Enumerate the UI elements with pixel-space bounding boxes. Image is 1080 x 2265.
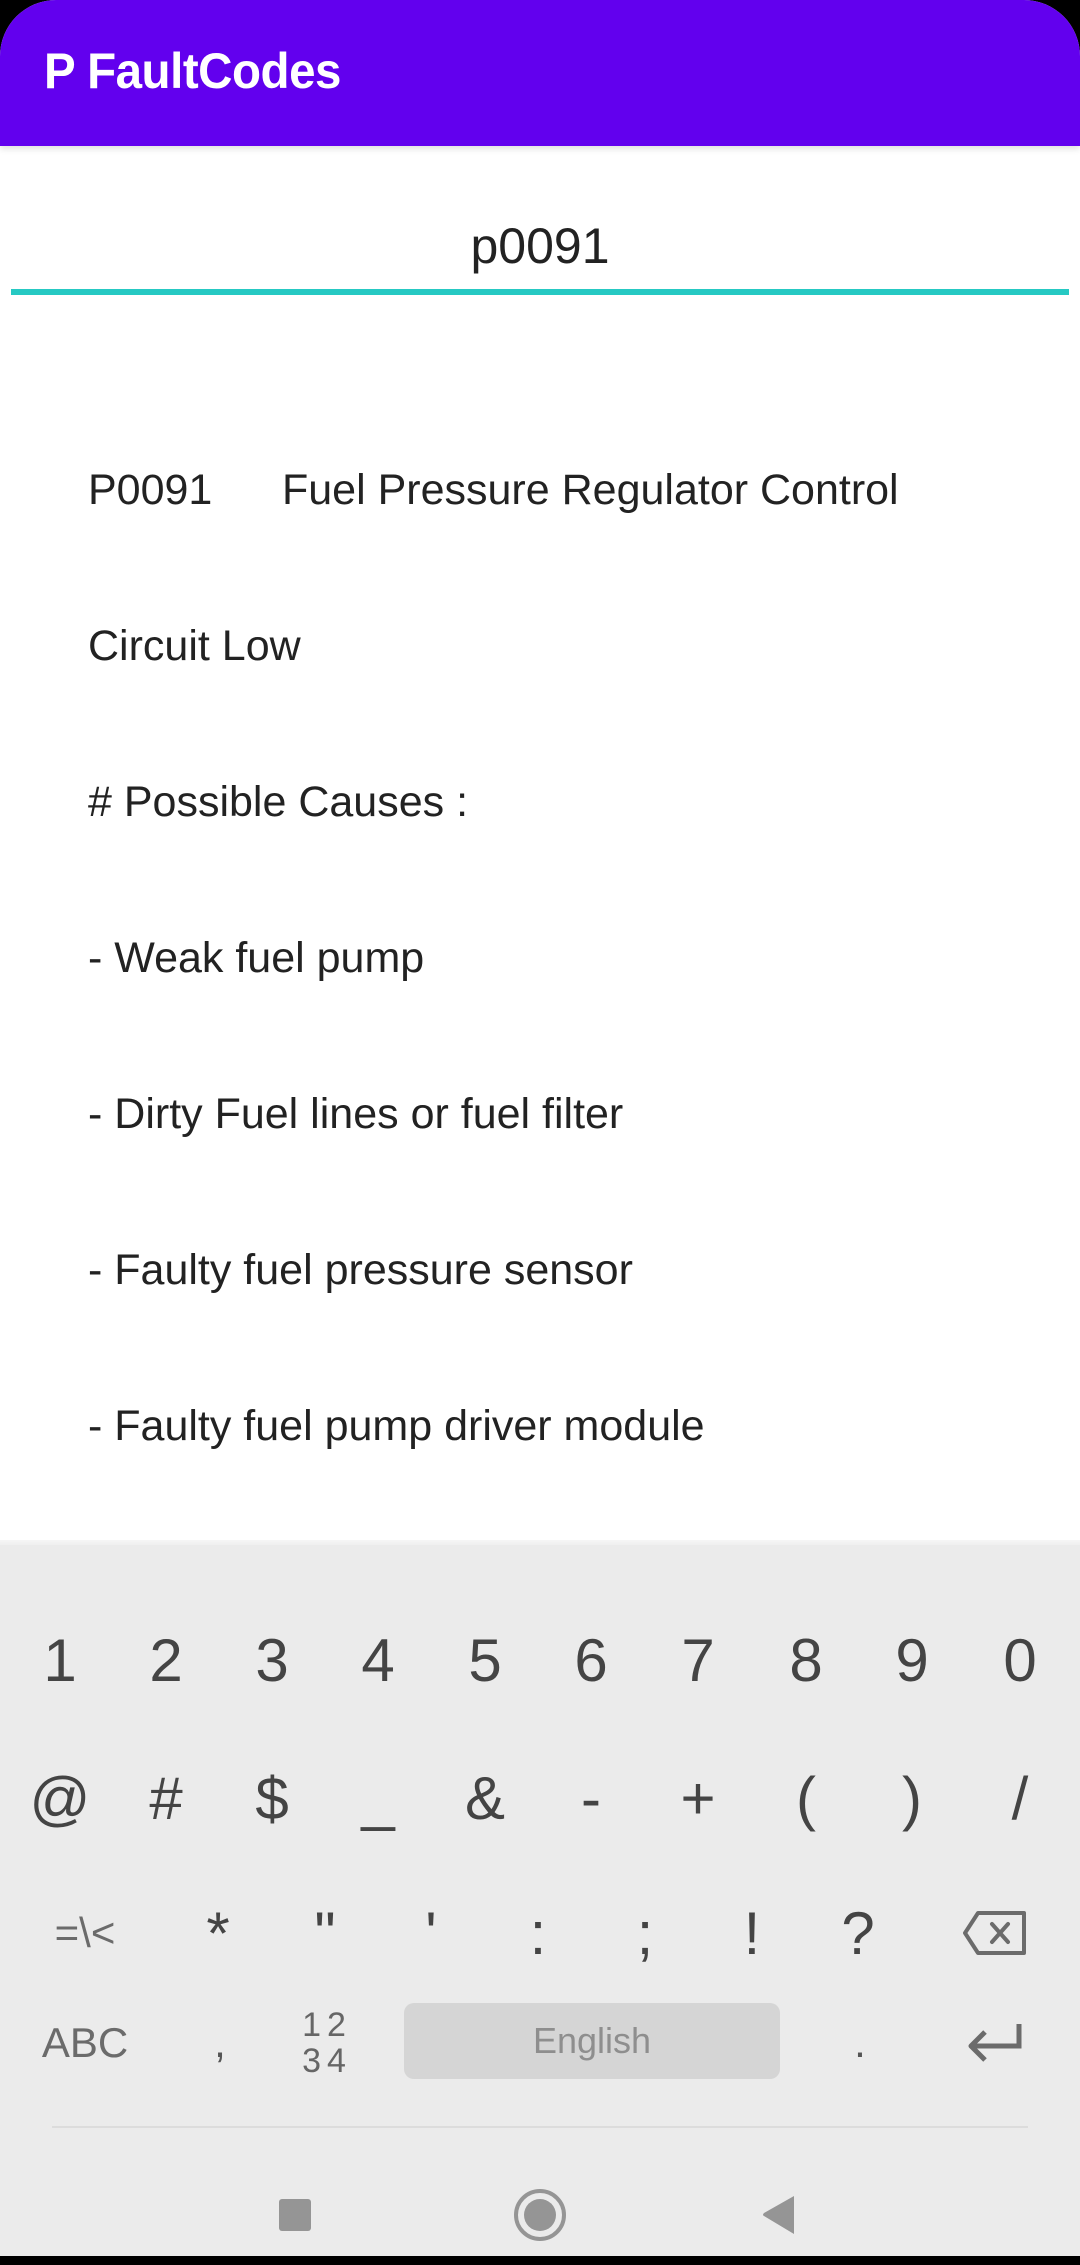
key-numpad[interactable]: 12 34	[272, 1978, 382, 2108]
enter-key[interactable]	[940, 1978, 1050, 2108]
key-at[interactable]: @	[12, 1733, 108, 1863]
key-dollar[interactable]: $	[224, 1733, 320, 1863]
key-comma[interactable]: ,	[170, 1978, 270, 2108]
nav-divider	[52, 2126, 1028, 2128]
key-abc[interactable]: ABC	[20, 1978, 150, 2108]
key-period[interactable]: .	[810, 1978, 910, 2108]
key-6[interactable]: 6	[543, 1595, 639, 1725]
enter-icon	[968, 2024, 1022, 2062]
result-text: P0091 Fuel Pressure Regulator Control Cir…	[88, 360, 988, 1712]
fault-description-cont: Circuit Low	[88, 622, 301, 670]
key-8[interactable]: 8	[758, 1595, 854, 1725]
recents-button[interactable]	[245, 2165, 345, 2265]
key-close-paren[interactable]: )	[864, 1733, 960, 1863]
fault-code: P0091	[88, 466, 213, 514]
keyboard: 1 2 3 4 5 6 7 8 9 0 @ # $ _ & - + ( ) / …	[0, 1545, 1080, 2256]
key-plus[interactable]: +	[650, 1733, 746, 1863]
backspace-icon	[963, 1911, 1026, 1955]
numpad-label: 12 34	[302, 2007, 352, 2079]
result-title-line: P0091 Fuel Pressure Regulator Control	[88, 464, 988, 516]
fault-description: Fuel Pressure Regulator Control	[282, 466, 899, 514]
key-underscore[interactable]: _	[330, 1733, 426, 1863]
cause-item: - Faulty fuel pressure sensor	[88, 1246, 633, 1294]
home-button[interactable]	[490, 2165, 590, 2265]
key-9[interactable]: 9	[864, 1595, 960, 1725]
keyboard-row-digits: 1 2 3 4 5 6 7 8 9 0	[0, 1595, 1080, 1725]
numpad-label-bottom: 34	[302, 2042, 352, 2080]
keyboard-row-symbols-1: @ # $ _ & - + ( ) /	[0, 1733, 1080, 1863]
app-title: P FaultCodes	[44, 43, 341, 99]
cause-item: - Faulty fuel pump driver module	[88, 1402, 705, 1450]
search-field[interactable]	[11, 205, 1069, 295]
search-input[interactable]	[11, 205, 1069, 287]
back-icon	[763, 2196, 794, 2234]
key-slash[interactable]: /	[972, 1733, 1068, 1863]
key-4[interactable]: 4	[330, 1595, 426, 1725]
key-2[interactable]: 2	[118, 1595, 214, 1725]
key-0[interactable]: 0	[972, 1595, 1068, 1725]
key-5[interactable]: 5	[437, 1595, 533, 1725]
search-underline	[11, 289, 1069, 295]
key-1[interactable]: 1	[12, 1595, 108, 1725]
key-3[interactable]: 3	[224, 1595, 320, 1725]
cause-item: - Dirty Fuel lines or fuel filter	[88, 1090, 624, 1138]
key-open-paren[interactable]: (	[758, 1733, 854, 1863]
back-button[interactable]	[730, 2165, 830, 2265]
space-key[interactable]: English	[404, 2003, 780, 2079]
key-minus[interactable]: -	[543, 1733, 639, 1863]
key-ampersand[interactable]: &	[437, 1733, 533, 1863]
cause-item: - Weak fuel pump	[88, 934, 425, 982]
key-7[interactable]: 7	[650, 1595, 746, 1725]
causes-header: # Possible Causes :	[88, 778, 469, 826]
numpad-label-top: 12	[302, 2006, 352, 2044]
home-icon	[514, 2189, 566, 2241]
key-hash[interactable]: #	[118, 1733, 214, 1863]
app-bar: P FaultCodes	[0, 0, 1080, 146]
recents-icon	[279, 2199, 311, 2231]
